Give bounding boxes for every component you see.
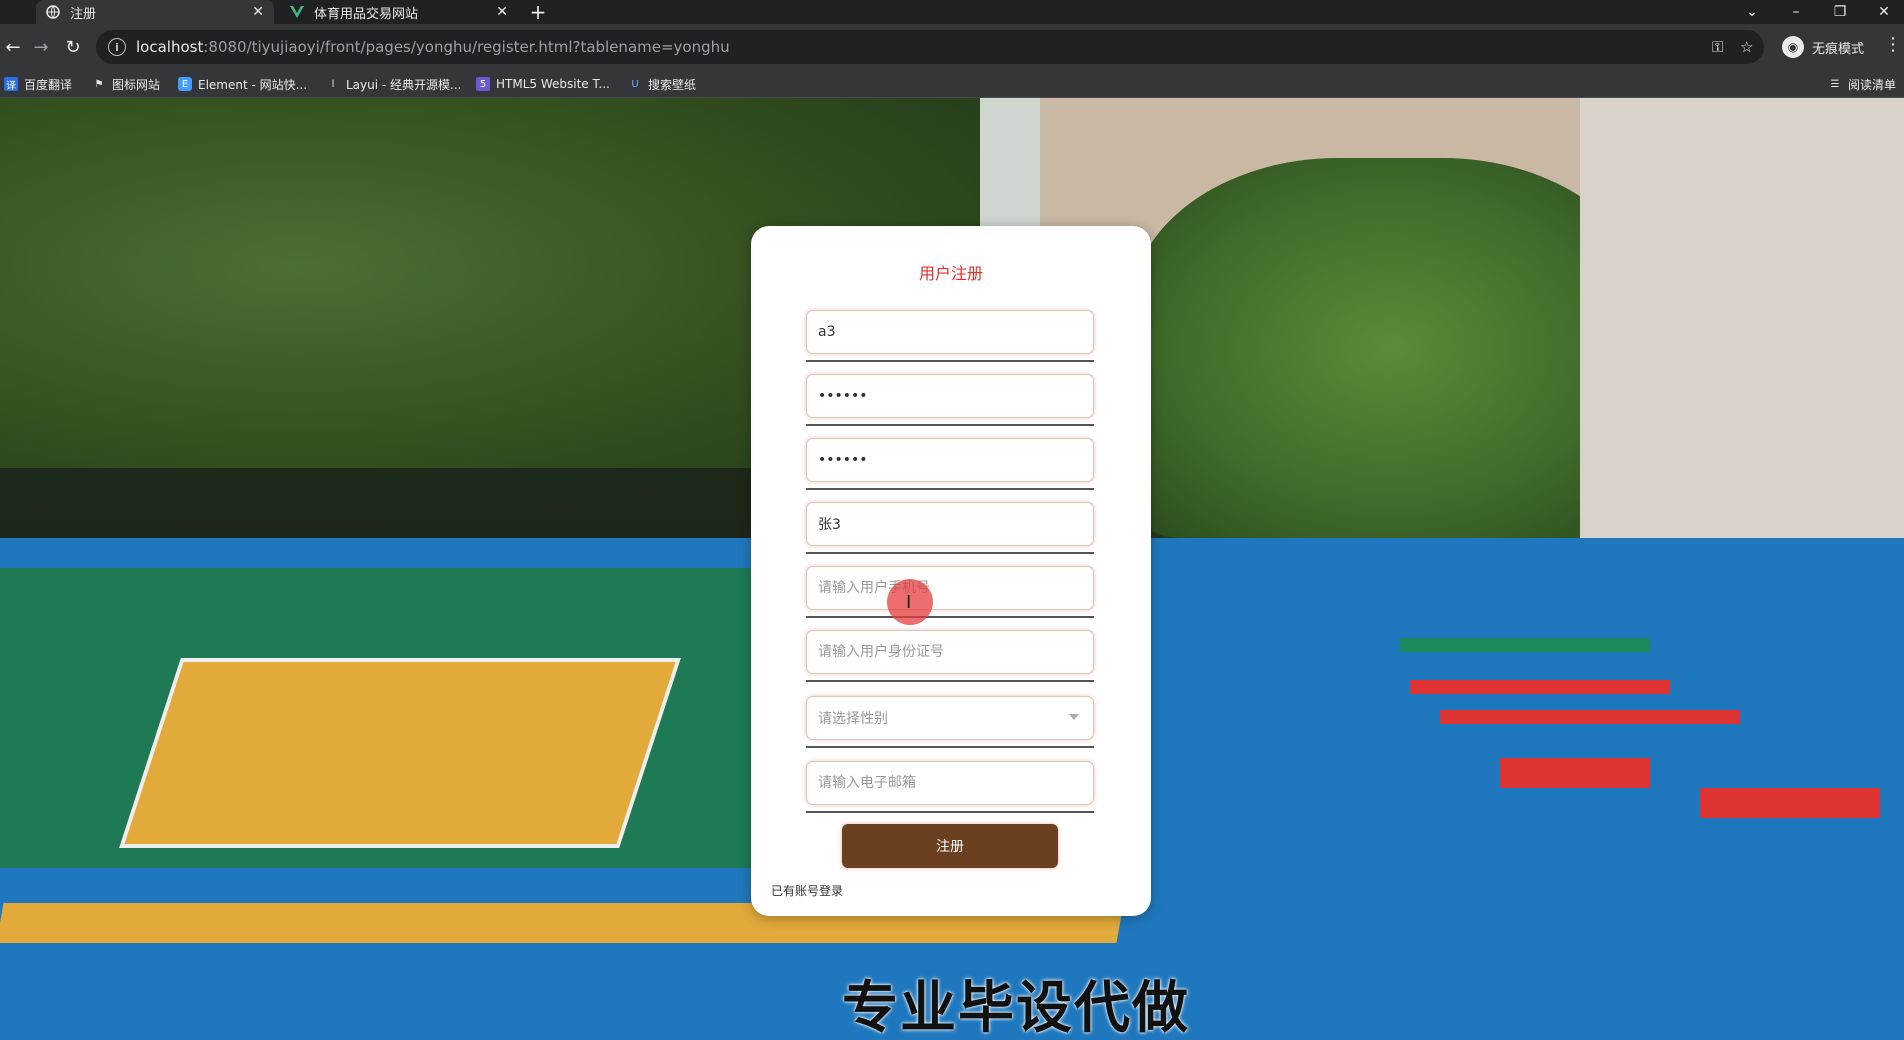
tab-title: 体育用品交易网站 <box>314 6 419 22</box>
login-link[interactable]: 已有账号登录 <box>771 882 843 899</box>
forward-arrow-icon[interactable]: → <box>28 34 54 60</box>
flag-icon: ⚑ <box>94 78 104 90</box>
divider <box>806 680 1094 682</box>
element-icon: E <box>178 77 192 91</box>
profile-label: 无痕模式 <box>1812 41 1865 57</box>
layui-icon: l <box>331 78 335 90</box>
back-arrow-icon[interactable]: ← <box>0 34 26 60</box>
tab-search-icon[interactable]: ⌄ <box>1732 0 1772 24</box>
close-window-button[interactable]: ✕ <box>1864 0 1904 24</box>
vue-icon <box>290 5 304 19</box>
globe-icon <box>46 5 60 19</box>
reading-list[interactable]: ☰ 阅读清单 <box>1828 75 1897 93</box>
bookmark-layui[interactable]: l Layui - 经典开源模... <box>326 75 462 93</box>
background-court-stripe <box>1500 758 1650 788</box>
form-title: 用户注册 <box>918 264 983 283</box>
register-card: 用户注册 请选择性别 注册 已有账号登录 <box>751 226 1151 916</box>
gender-select[interactable]: 请选择性别 <box>806 696 1094 740</box>
confirm-password-input[interactable] <box>806 438 1094 482</box>
background-court-stripe <box>1440 710 1740 724</box>
address-bar[interactable]: i localhost:8080/tiyujiaoyi/front/pages/… <box>96 30 1764 64</box>
bookmark-wallpaper[interactable]: U 搜索壁纸 <box>628 75 696 93</box>
reload-icon[interactable]: ↻ <box>60 34 86 60</box>
divider <box>806 424 1094 426</box>
wallpaper-icon: U <box>631 78 639 90</box>
username-input[interactable] <box>806 310 1094 354</box>
translate-icon: 译 <box>4 77 18 92</box>
background-court-stripe <box>1700 788 1880 818</box>
background-court-yellow <box>119 658 681 848</box>
gender-select-placeholder: 请选择性别 <box>818 711 888 727</box>
text-cursor-icon: I <box>906 592 912 613</box>
password-input[interactable] <box>806 374 1094 418</box>
divider <box>806 616 1094 618</box>
incognito-profile[interactable]: ◉ 无痕模式 <box>1782 32 1864 62</box>
bookmark-html5[interactable]: 5 HTML5 Website T... <box>476 75 610 93</box>
bookmarks-bar: 译百度翻译 ⚑ 图标网站 E Element - 网站快... l Layui - 经… <box>0 70 1904 98</box>
divider <box>806 488 1094 490</box>
more-menu-icon[interactable]: ⋮ <box>1884 34 1902 55</box>
bookmark-baidu-translate[interactable]: 译百度翻译 <box>4 75 72 93</box>
tab-title: 注册 <box>70 6 97 22</box>
tab-sports-shop[interactable]: 体育用品交易网站 ✕ <box>280 0 518 24</box>
chevron-down-icon <box>1069 714 1079 720</box>
divider <box>806 746 1094 748</box>
info-icon[interactable]: i <box>108 38 126 56</box>
divider <box>806 811 1094 813</box>
bookmark-icon-site[interactable]: ⚑ 图标网站 <box>92 75 161 93</box>
register-button[interactable]: 注册 <box>842 824 1058 868</box>
background-trees <box>1130 158 1650 538</box>
idcard-input[interactable] <box>806 630 1094 674</box>
phone-input[interactable] <box>806 566 1094 610</box>
browser-tabbar: 注册 ✕ 体育用品交易网站 ✕ + ⌄ – ❐ ✕ <box>0 0 1904 24</box>
email-input[interactable] <box>806 761 1094 805</box>
bookmark-star-icon[interactable]: ☆ <box>1740 38 1753 56</box>
html5-icon: 5 <box>476 77 490 91</box>
tab-register[interactable]: 注册 ✕ <box>36 0 274 24</box>
url-text[interactable]: localhost:8080/tiyujiaoyi/front/pages/yo… <box>136 38 730 56</box>
divider <box>806 552 1094 554</box>
divider <box>806 360 1094 362</box>
browser-toolbar: ← → ↻ i localhost:8080/tiyujiaoyi/front/… <box>0 24 1904 70</box>
reading-list-icon: ☰ <box>1830 78 1840 90</box>
close-tab-icon[interactable]: ✕ <box>496 4 508 20</box>
watermark-text: 专业毕设代做 <box>842 976 1190 1040</box>
incognito-icon: ◉ <box>1782 36 1804 58</box>
bookmark-element[interactable]: E Element - 网站快... <box>178 75 307 93</box>
background-court-stripe <box>1410 680 1670 694</box>
restore-button[interactable]: ❐ <box>1820 0 1860 24</box>
name-input[interactable] <box>806 502 1094 546</box>
new-tab-button[interactable]: + <box>526 0 550 24</box>
close-tab-icon[interactable]: ✕ <box>252 4 264 20</box>
minimize-button[interactable]: – <box>1776 0 1816 24</box>
key-icon[interactable]: ⚿ <box>1712 38 1723 56</box>
background-court-stripe <box>1400 638 1650 652</box>
